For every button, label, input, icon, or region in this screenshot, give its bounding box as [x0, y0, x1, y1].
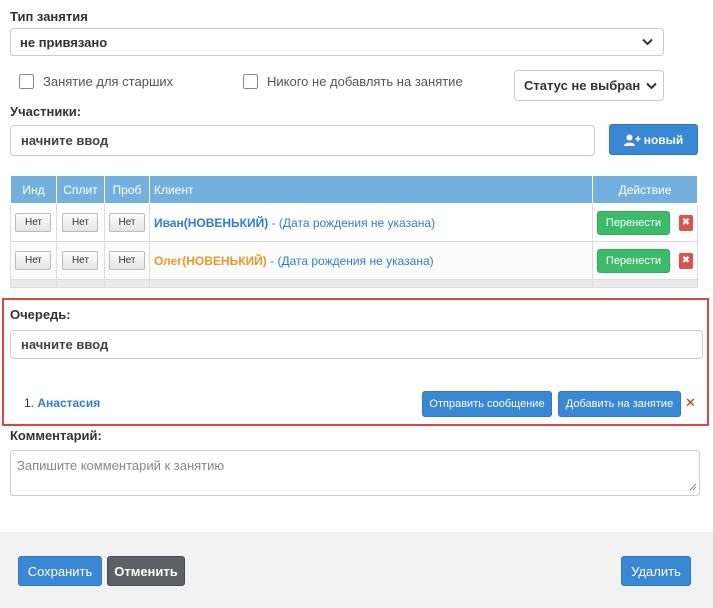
split-toggle-button[interactable]: Нет: [62, 213, 99, 232]
participants-search-value: начните ввод: [21, 133, 109, 148]
client-name-link[interactable]: Олег(НОВЕНЬКИЙ): [154, 254, 267, 268]
move-button[interactable]: Перенести: [596, 210, 670, 235]
cancel-button[interactable]: Отменить: [107, 556, 185, 586]
participants-table: Инд Сплит Проб Клиент Действие Нет Нет Н…: [10, 175, 699, 288]
close-icon: ✕: [685, 395, 696, 410]
queue-item-number: 1.: [24, 396, 35, 410]
new-participant-label: новый: [643, 132, 684, 147]
participants-label: Участники:: [10, 104, 82, 119]
table-header-row: Инд Сплит Проб Клиент Действие: [10, 175, 699, 204]
seniors-checkbox-label: Занятие для старших: [43, 74, 174, 89]
status-select-value: Статус не выбран: [524, 78, 641, 93]
close-icon: ✖: [681, 255, 691, 266]
add-to-lesson-button[interactable]: Добавить на занятие: [558, 391, 681, 417]
chevron-down-icon: [642, 38, 653, 46]
status-select[interactable]: Статус не выбран: [514, 70, 664, 101]
resize-handle-icon[interactable]: [689, 479, 697, 494]
split-toggle-button[interactable]: Нет: [62, 251, 99, 270]
column-header-client: Клиент: [148, 175, 593, 204]
queue-label: Очередь:: [10, 307, 71, 322]
comment-textarea[interactable]: Запишите комментарий к занятию: [10, 450, 700, 496]
column-header-prob: Проб: [103, 175, 150, 204]
remove-participant-button[interactable]: ✖: [678, 252, 693, 269]
remove-queue-item-button[interactable]: ✕: [685, 395, 696, 411]
queue-search-input[interactable]: начните ввод: [10, 330, 703, 359]
chevron-down-icon: [646, 82, 657, 90]
lesson-type-value: не привязано: [20, 34, 108, 50]
client-birthdate-info[interactable]: - (Дата рождения не указана): [270, 254, 433, 268]
delete-button[interactable]: Удалить: [621, 556, 691, 586]
client-name-link[interactable]: Иван(НОВЕНЬКИЙ): [154, 216, 268, 230]
table-row: Нет Нет Нет Иван(НОВЕНЬКИЙ) - (Дата рожд…: [10, 203, 699, 242]
ind-toggle-button[interactable]: Нет: [15, 251, 52, 270]
column-header-action: Действие: [591, 175, 699, 204]
move-button[interactable]: Перенести: [596, 248, 670, 273]
remove-participant-button[interactable]: ✖: [678, 214, 693, 231]
seniors-checkbox[interactable]: Занятие для старших: [19, 74, 173, 89]
table-row: Нет Нет Нет Олег(НОВЕНЬКИЙ) - (Дата рожд…: [10, 241, 699, 280]
comment-label: Комментарий:: [10, 428, 102, 443]
save-button[interactable]: Сохранить: [18, 556, 102, 586]
no-add-checkbox[interactable]: Никого не добавлять на занятие: [243, 74, 463, 89]
column-header-ind: Инд: [10, 175, 57, 204]
prob-toggle-button[interactable]: Нет: [108, 213, 145, 232]
client-birthdate-info[interactable]: - (Дата рождения не указана): [272, 216, 435, 230]
checkbox-box[interactable]: [243, 74, 258, 89]
queue-list-item: 1. Анастасия: [24, 396, 100, 410]
add-user-icon: [623, 134, 641, 146]
ind-toggle-button[interactable]: Нет: [15, 213, 52, 232]
lesson-type-select[interactable]: не привязано: [10, 28, 664, 56]
new-participant-button[interactable]: новый: [609, 124, 698, 155]
table-row-spacer: [10, 279, 699, 288]
close-icon: ✖: [681, 217, 691, 228]
lesson-type-label: Тип занятия: [10, 9, 88, 24]
comment-placeholder: Запишите комментарий к занятию: [17, 458, 225, 473]
no-add-checkbox-label: Никого не добавлять на занятие: [267, 74, 463, 89]
send-message-button[interactable]: Отправить сообщение: [422, 391, 552, 417]
checkbox-box[interactable]: [19, 74, 34, 89]
participants-search-input[interactable]: начните ввод: [10, 125, 595, 156]
queue-search-value: начните ввод: [21, 337, 109, 352]
queue-item-name-link[interactable]: Анастасия: [37, 396, 100, 410]
prob-toggle-button[interactable]: Нет: [108, 251, 145, 270]
column-header-split: Сплит: [55, 175, 105, 204]
